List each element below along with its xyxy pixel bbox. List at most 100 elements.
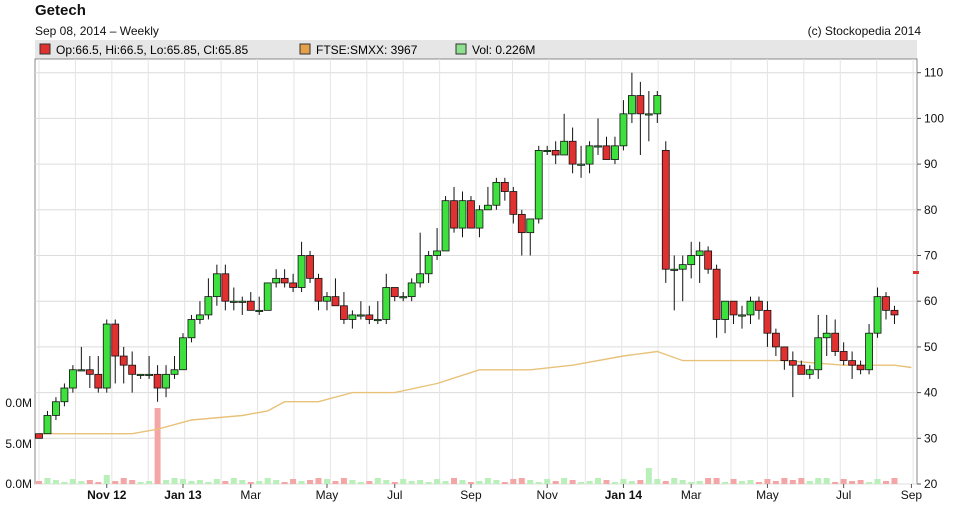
candle-body	[102, 323, 111, 389]
candle-body	[136, 373, 145, 376]
legend-label-1: FTSE:SMXX: 3967	[316, 43, 418, 57]
volume-tick-label: 0.0M	[5, 396, 32, 410]
volume-bar	[213, 479, 220, 484]
candle-body	[458, 200, 467, 229]
volume-bar	[849, 481, 856, 484]
volume-bar	[755, 482, 762, 484]
volume-bar	[52, 480, 59, 484]
volume-bar	[823, 478, 830, 484]
legend-swatch-1	[299, 43, 311, 55]
volume-bar	[298, 481, 305, 484]
candle-body	[644, 113, 653, 116]
candle-body	[162, 373, 170, 389]
volume-bar	[476, 481, 483, 484]
volume-bar	[637, 480, 644, 484]
candle-body	[771, 332, 780, 348]
volume-tick-label: 0.0M	[5, 477, 32, 491]
volume-bar	[239, 480, 246, 484]
volume-bar	[654, 479, 661, 484]
volume-bar	[645, 468, 652, 484]
candle-body	[746, 300, 755, 316]
candle-body	[517, 213, 526, 234]
volume-bar	[798, 478, 805, 484]
candle-body	[187, 319, 196, 339]
candle-body	[365, 314, 374, 320]
volume-bar	[705, 478, 712, 484]
volume-bar	[772, 481, 779, 484]
candle-body	[721, 300, 729, 320]
volume-bar	[747, 480, 754, 484]
volume-bar	[78, 481, 85, 484]
candle-body	[221, 273, 230, 302]
candle-body	[68, 369, 77, 389]
candle-body	[611, 145, 619, 160]
volume-bar	[578, 482, 585, 484]
candle-body	[331, 296, 340, 307]
candle-body	[246, 300, 255, 311]
y-tick-label: 30	[924, 431, 938, 445]
volume-tick-label: 5.0M	[5, 437, 32, 451]
legend-swatch-2	[455, 43, 467, 55]
volume-bar	[866, 482, 873, 484]
candle-body	[670, 268, 679, 271]
x-tick-label: Jan 14	[605, 488, 643, 502]
volume-bar	[129, 480, 136, 484]
volume-bar	[137, 482, 144, 484]
volume-bar	[349, 480, 356, 484]
volume-bar	[484, 478, 491, 484]
candle-body	[416, 273, 425, 284]
x-tick-label: Nov	[537, 488, 558, 502]
candle-body	[543, 149, 552, 152]
legend-label-2: Vol: 0.226M	[472, 43, 535, 57]
y-tick-label: 40	[924, 386, 938, 400]
volume-bar	[383, 480, 390, 484]
candle-body	[484, 204, 492, 211]
volume-bar	[493, 480, 500, 484]
candle-body	[382, 287, 391, 320]
candle-body	[52, 401, 60, 416]
candle-body	[348, 314, 357, 320]
volume-bar	[357, 482, 364, 484]
volume-bar	[840, 479, 847, 484]
volume-bar	[332, 481, 339, 484]
candle-body	[297, 255, 306, 288]
volume-bar	[154, 408, 161, 484]
volume-bar	[374, 478, 381, 484]
volume-bar	[806, 481, 813, 484]
volume-bar	[671, 478, 678, 484]
volume-bar	[95, 482, 102, 484]
candle-body	[814, 337, 823, 371]
candle-body	[729, 300, 738, 316]
volume-bar	[103, 475, 110, 484]
candle-body	[407, 282, 416, 298]
volume-bar	[391, 482, 398, 484]
volume-bar	[196, 480, 203, 484]
x-tick-label: May	[316, 488, 339, 502]
candle-body	[763, 309, 772, 334]
candle-body	[619, 113, 628, 147]
volume-bar	[569, 480, 576, 484]
candle-body	[594, 145, 602, 148]
volume-bar	[256, 481, 263, 484]
volume-bar	[730, 479, 737, 484]
volume-bar	[595, 478, 602, 484]
y-tick-label: 100	[924, 111, 944, 125]
candle-body	[196, 314, 204, 320]
candle-body	[145, 373, 154, 376]
candle-body	[526, 218, 535, 234]
candle-body	[788, 360, 797, 366]
x-tick-label: Jul	[836, 488, 851, 502]
candle-body	[805, 369, 814, 375]
candle-body	[678, 264, 687, 270]
candle-body	[35, 433, 43, 439]
candle-body	[551, 149, 560, 156]
volume-bar	[315, 478, 322, 484]
volume-bar	[179, 479, 186, 484]
volume-bar	[611, 482, 618, 484]
volume-bar	[544, 479, 551, 484]
candle-body	[450, 200, 458, 229]
x-tick-label: Sep	[460, 488, 482, 502]
candle-body	[585, 145, 594, 165]
y-tick-label: 50	[924, 340, 938, 354]
candle-body	[280, 277, 289, 284]
